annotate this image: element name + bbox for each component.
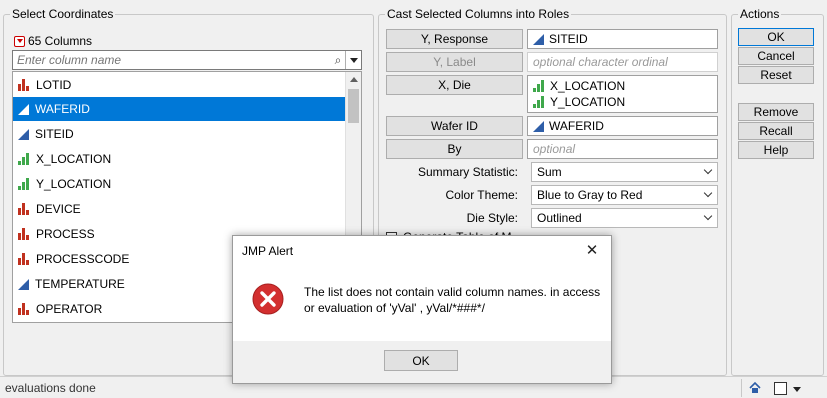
role-value: WAFERID [549, 119, 604, 133]
help-button[interactable]: Help [738, 141, 814, 159]
role-value-item[interactable]: SITEID [528, 30, 717, 48]
reset-button[interactable]: Reset [738, 66, 814, 84]
nominal-bar-icon [18, 253, 30, 265]
wafer-id-field[interactable]: WAFERID [527, 116, 718, 136]
status-separator [741, 379, 742, 397]
list-item[interactable]: Y_LOCATION [13, 172, 346, 196]
continuous-triangle-icon [18, 103, 29, 115]
cancel-button[interactable]: Cancel [738, 47, 814, 65]
ordinal-bar-icon [533, 96, 545, 108]
ordinal-bar-icon [533, 80, 545, 92]
close-icon[interactable]: ✕ [579, 239, 605, 261]
die-style-label: Die Style: [466, 211, 518, 225]
chevron-down-icon [703, 188, 713, 198]
role-value-item[interactable]: Y_LOCATION [528, 94, 717, 110]
by-placeholder: optional [533, 142, 576, 156]
column-count: 65 Columns [28, 34, 93, 48]
column-name: TEMPERATURE [35, 277, 125, 291]
window-list-icon[interactable] [774, 382, 787, 395]
role-value: SITEID [549, 32, 588, 46]
role-value-item[interactable]: WAFERID [528, 117, 717, 135]
continuous-triangle-icon [18, 128, 29, 140]
ordinal-bar-icon [18, 153, 30, 165]
search-icon[interactable]: ⌕ [331, 53, 345, 68]
column-name: Y_LOCATION [36, 177, 112, 191]
column-name: WAFERID [35, 102, 90, 116]
column-name: SITEID [35, 127, 74, 141]
wafer-id-button[interactable]: Wafer ID [386, 116, 523, 136]
column-name: PROCESS [36, 227, 95, 241]
chevron-down-icon [703, 211, 713, 221]
nominal-bar-icon [18, 228, 30, 240]
role-value: Y_LOCATION [550, 95, 626, 109]
select-coordinates-title: Select Coordinates [10, 6, 116, 22]
chevron-down-icon [703, 165, 713, 175]
chevron-down-icon [349, 57, 358, 63]
column-name: DEVICE [36, 202, 81, 216]
nominal-bar-icon [18, 79, 30, 91]
list-item[interactable]: LOTID [13, 73, 346, 97]
jmp-alert-dialog: JMP Alert ✕ The list does not contain va… [232, 235, 612, 384]
role-value: X_LOCATION [550, 79, 626, 93]
continuous-triangle-icon [533, 33, 544, 45]
color-theme-select[interactable]: Blue to Gray to Red [531, 185, 718, 205]
scroll-up-icon[interactable] [350, 77, 358, 82]
list-item[interactable]: X_LOCATION [13, 147, 346, 171]
column-search: ⌕ [12, 50, 362, 70]
error-icon [252, 283, 284, 315]
recall-button[interactable]: Recall [738, 122, 814, 140]
role-value-item[interactable]: X_LOCATION [528, 78, 717, 94]
nominal-bar-icon [18, 303, 30, 315]
die-style-value: Outlined [537, 211, 582, 225]
column-name: PROCESSCODE [36, 252, 130, 266]
ordinal-bar-icon [18, 178, 30, 190]
x-die-button[interactable]: X, Die [386, 75, 523, 95]
alert-ok-button[interactable]: OK [384, 350, 458, 371]
column-count-row: 65 Columns [14, 33, 92, 49]
summary-statistic-label: Summary Statistic: [417, 165, 518, 179]
list-item[interactable]: SITEID [13, 122, 346, 146]
column-name: OPERATOR [36, 302, 103, 316]
y-label-button[interactable]: Y, Label [386, 52, 523, 72]
continuous-triangle-icon [533, 120, 544, 132]
cast-roles-title: Cast Selected Columns into Roles [385, 6, 572, 22]
ok-button[interactable]: OK [738, 28, 814, 46]
status-text: evaluations done [5, 381, 96, 395]
y-label-field[interactable]: optional character ordinal [527, 52, 718, 72]
continuous-triangle-icon [18, 278, 29, 290]
die-style-select[interactable]: Outlined [531, 208, 718, 228]
remove-button[interactable]: Remove [738, 103, 814, 121]
dialog-title: JMP Alert [242, 244, 294, 258]
column-search-input[interactable] [13, 51, 331, 69]
search-options-dropdown[interactable] [345, 51, 361, 69]
home-icon[interactable] [748, 381, 762, 395]
list-item[interactable]: WAFERID [13, 97, 346, 121]
dialog-footer: OK [233, 341, 611, 383]
column-name: LOTID [36, 78, 72, 92]
scrollbar-thumb[interactable] [348, 89, 359, 123]
chevron-down-icon[interactable] [793, 387, 801, 392]
y-label-placeholder: optional character ordinal [533, 55, 668, 69]
x-die-field[interactable]: X_LOCATION Y_LOCATION [527, 75, 718, 113]
color-theme-label: Color Theme: [445, 188, 518, 202]
actions-title: Actions [738, 6, 782, 22]
color-theme-value: Blue to Gray to Red [537, 188, 643, 202]
by-button[interactable]: By [386, 139, 523, 159]
list-item[interactable]: DEVICE [13, 197, 346, 221]
red-triangle-menu-icon[interactable] [14, 35, 25, 47]
summary-statistic-value: Sum [537, 165, 562, 179]
y-response-button[interactable]: Y, Response [386, 29, 523, 49]
by-field[interactable]: optional [527, 139, 718, 159]
nominal-bar-icon [18, 203, 30, 215]
y-response-field[interactable]: SITEID [527, 29, 718, 49]
alert-message: The list does not contain valid column n… [304, 285, 601, 315]
summary-statistic-select[interactable]: Sum [531, 162, 718, 182]
column-name: X_LOCATION [36, 152, 112, 166]
